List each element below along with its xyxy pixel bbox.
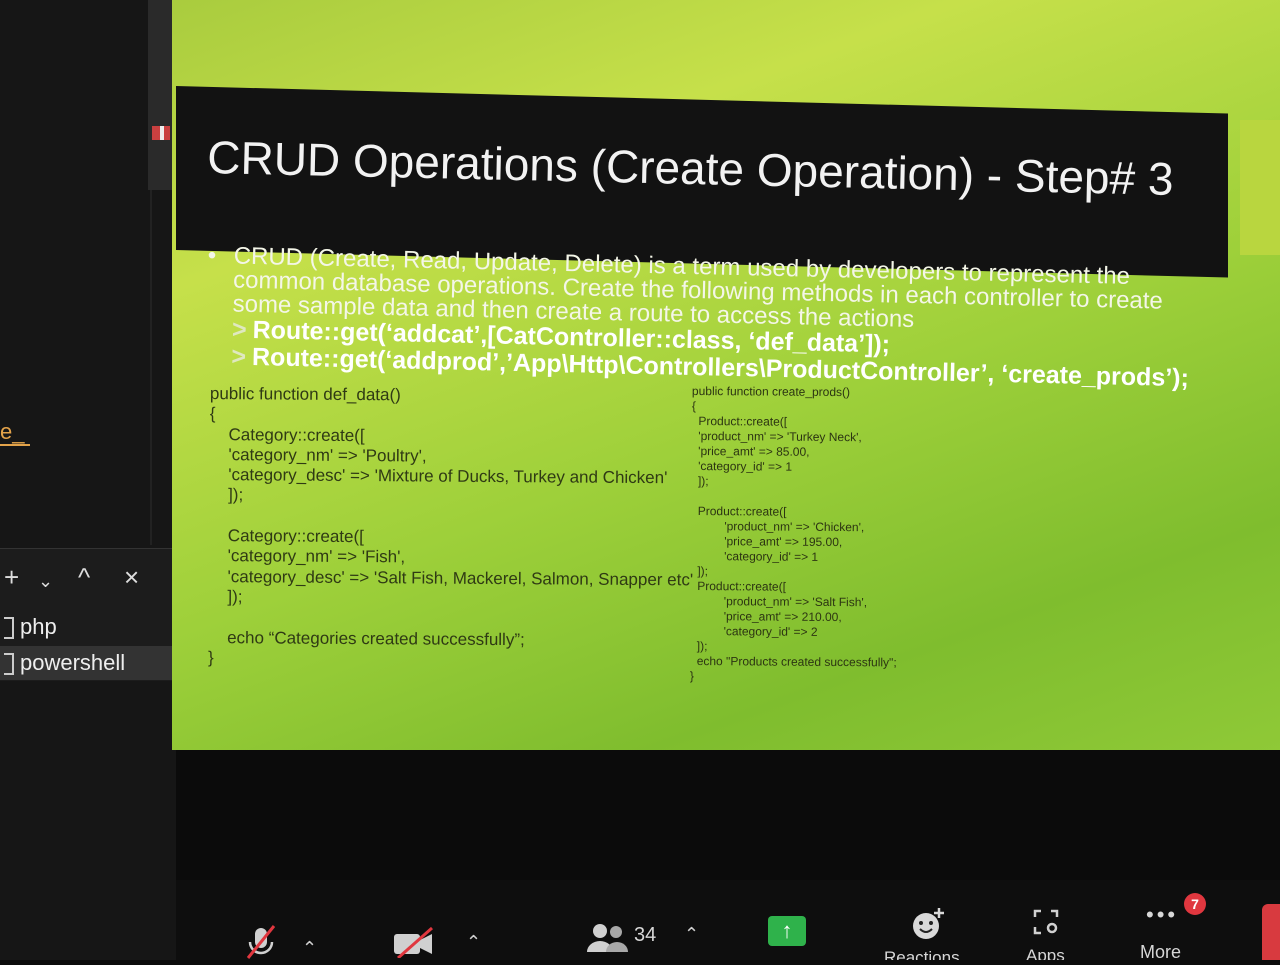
share-screen-button[interactable]: ↑ — [768, 916, 806, 946]
code-line: ]); — [690, 638, 708, 654]
code-line: 'product_nm' => 'Salt Fish', — [690, 593, 868, 610]
slide-decoration — [1240, 120, 1280, 255]
terminal-dropdown-icon[interactable]: ⌄ — [38, 566, 53, 596]
code-line: 'category_id' => 2 — [690, 623, 818, 639]
code-line: 'category_id' => 1 — [691, 458, 793, 474]
terminal-icon — [4, 653, 14, 676]
code-line: ]); — [691, 473, 709, 489]
mic-muted-icon[interactable] — [244, 924, 278, 965]
editor-text-fragment: e_ — [0, 420, 31, 446]
code-line: public function def_data() — [209, 384, 401, 405]
code-block-products: public function create_prods() { Product… — [690, 384, 899, 685]
code-line: Product::create([ — [691, 413, 788, 429]
code-line: 'category_desc' => 'Salt Fish, Mackerel,… — [208, 566, 694, 590]
audio-options-chevron-icon[interactable]: ⌃ — [302, 938, 317, 959]
reactions-label[interactable]: Reactions — [884, 950, 960, 960]
code-line: 'product_nm' => 'Turkey Neck', — [691, 428, 862, 445]
code-line: Product::create([ — [690, 578, 787, 594]
reactions-icon[interactable] — [910, 906, 946, 947]
terminal-item-powershell[interactable]: powershell — [0, 646, 176, 680]
terminal-item-php[interactable]: php — [0, 610, 176, 644]
code-line: ]); — [690, 563, 709, 579]
code-line: Product::create([ — [691, 503, 787, 519]
video-options-chevron-icon[interactable]: ⌃ — [466, 932, 481, 953]
participants-chevron-icon[interactable]: ⌃ — [684, 924, 699, 945]
apps-label[interactable]: Apps — [1026, 946, 1065, 960]
share-arrow-icon: ↑ — [781, 918, 793, 943]
code-line: 'price_amt' => 195.00, — [690, 533, 843, 550]
participants-count: 34 — [634, 924, 657, 946]
code-line: echo “Categories created successfully”; — [208, 627, 525, 649]
scroll-marker-highlight — [160, 126, 164, 140]
close-panel-icon[interactable]: × — [124, 562, 139, 592]
code-line: 'product_nm' => 'Chicken', — [690, 518, 865, 535]
code-line: } — [689, 668, 695, 684]
notification-badge: 7 — [1184, 893, 1206, 915]
code-line: 'category_desc' => 'Mixture of Ducks, Tu… — [209, 465, 668, 488]
code-line: echo "Products created successfully"; — [690, 653, 897, 670]
meeting-toolbar — [176, 880, 1280, 960]
terminal-scrollbar[interactable] — [148, 0, 172, 190]
code-line: public function create_prods() — [691, 384, 851, 400]
code-line: 'price_amt' => 85.00, — [691, 443, 810, 459]
arrow-icon: > — [231, 315, 247, 344]
apps-icon[interactable] — [1032, 908, 1060, 941]
code-line: 'category_id' => 1 — [690, 548, 819, 564]
new-terminal-icon[interactable]: + — [4, 562, 19, 592]
arrow-icon: > — [231, 342, 247, 371]
video-muted-icon[interactable] — [392, 926, 436, 963]
slide-body: CRUD (Create, Read, Update, Delete) is a… — [207, 243, 1250, 394]
code-line: { — [691, 398, 696, 414]
code-line: 'category_nm' => 'Fish', — [208, 546, 406, 567]
more-icon[interactable]: ••• — [1146, 902, 1178, 928]
end-meeting-button[interactable] — [1262, 904, 1280, 960]
terminal-item-label: powershell — [20, 650, 126, 675]
terminal-icon — [4, 617, 14, 640]
code-line: 'price_amt' => 210.00, — [690, 608, 842, 625]
maximize-panel-icon[interactable]: ^ — [78, 562, 90, 592]
panel-divider — [150, 190, 152, 545]
participants-icon[interactable] — [586, 922, 630, 959]
code-block-categories: public function def_data() { Category::c… — [208, 384, 694, 672]
code-line: } — [208, 647, 214, 667]
terminal-item-label: php — [20, 614, 57, 639]
